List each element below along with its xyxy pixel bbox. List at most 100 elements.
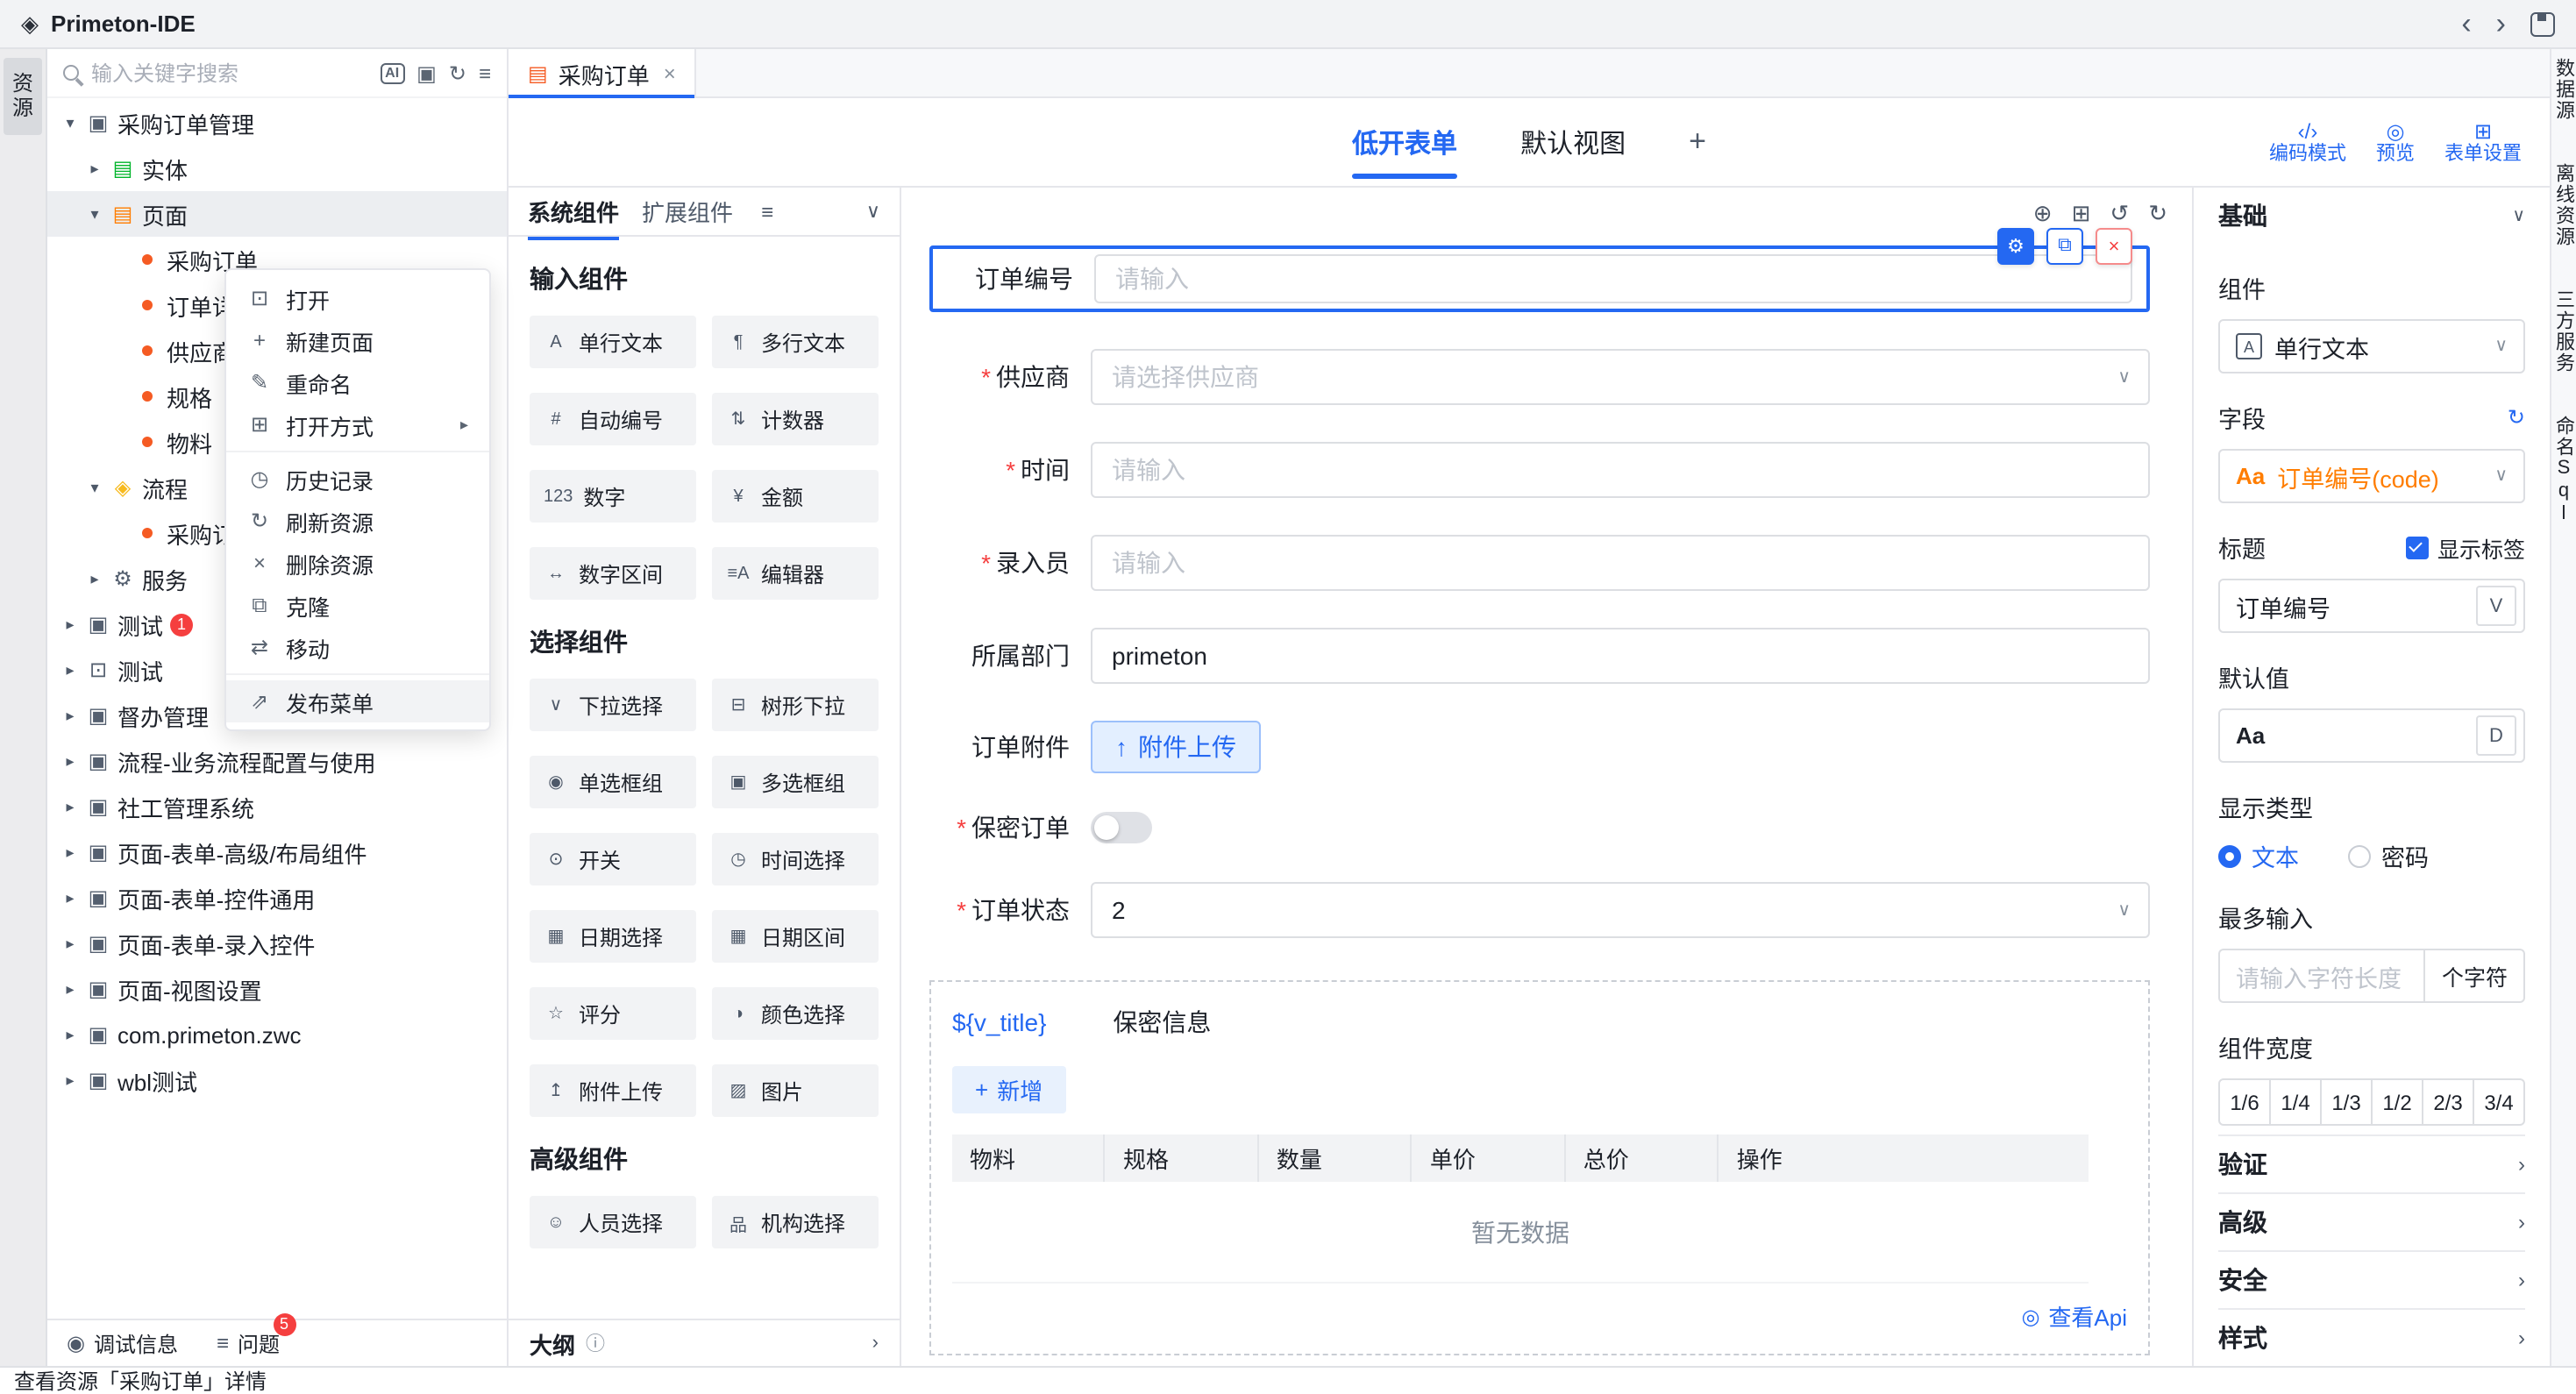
refresh-icon[interactable]: ↻ bbox=[449, 62, 466, 83]
tree-item[interactable]: ▸▣社工管理系统 bbox=[47, 784, 507, 829]
tab-system-components[interactable]: 系统组件 bbox=[528, 195, 619, 228]
max-length-input[interactable]: 请输入字符长度 bbox=[2218, 949, 2424, 1003]
palette-item[interactable]: ¥金额 bbox=[712, 470, 879, 523]
chevron-right-icon[interactable]: ▸ bbox=[82, 159, 107, 178]
palette-item[interactable]: ↥附件上传 bbox=[530, 1064, 696, 1117]
right-rail-tab[interactable]: 数据源 bbox=[2550, 58, 2576, 121]
tree-item[interactable]: ▸▣页面-视图设置 bbox=[47, 966, 507, 1012]
problems-button[interactable]: ≡ 问题 5 bbox=[217, 1328, 280, 1358]
add-view-tab-button[interactable]: + bbox=[1689, 124, 1706, 160]
chevron-down-icon[interactable]: ▾ bbox=[58, 113, 82, 132]
rail-tab-resources[interactable]: 资源 bbox=[4, 58, 42, 135]
palette-item[interactable]: ▣多选框组 bbox=[712, 756, 879, 808]
width-option[interactable]: 1/2 bbox=[2373, 1078, 2423, 1126]
chevron-right-icon[interactable]: ▸ bbox=[58, 843, 82, 862]
palette-collapse-icon[interactable]: ∨ bbox=[866, 200, 880, 223]
display-type-radio[interactable]: 密码 bbox=[2348, 838, 2429, 873]
select-input[interactable]: 请选择供应商∨ bbox=[1091, 349, 2150, 405]
chevron-down-icon[interactable]: ▾ bbox=[82, 204, 107, 224]
context-menu-item[interactable]: ⊡打开 bbox=[226, 277, 489, 319]
chevron-right-icon[interactable]: ▸ bbox=[82, 569, 107, 588]
delete-button[interactable]: × bbox=[2096, 228, 2132, 265]
package-filter-icon[interactable]: ▣ bbox=[416, 62, 437, 83]
tree-item[interactable]: ▸▣com.primeton.zwc bbox=[47, 1012, 507, 1057]
component-select[interactable]: A 单行文本 ∨ bbox=[2218, 319, 2525, 373]
props-collapsed-section[interactable]: 高级› bbox=[2218, 1192, 2525, 1250]
tree-item[interactable]: ▾▤页面 bbox=[47, 191, 507, 237]
sync-field-icon[interactable]: ↻ bbox=[2508, 405, 2525, 430]
context-menu-item[interactable]: ✎重命名 bbox=[226, 361, 489, 403]
context-menu-item[interactable]: ×删除资源 bbox=[226, 542, 489, 584]
palette-item[interactable]: ▦日期区间 bbox=[712, 910, 879, 963]
default-value-input[interactable]: Aa D bbox=[2218, 708, 2525, 763]
action-form-settings[interactable]: ⊞表单设置 bbox=[2444, 118, 2522, 166]
right-rail-tab[interactable]: 命名Sql bbox=[2550, 416, 2576, 526]
debug-info-button[interactable]: ◉ 调试信息 bbox=[67, 1328, 178, 1358]
palette-item[interactable]: ⊟树形下拉 bbox=[712, 679, 879, 731]
nav-back-icon[interactable]: ‹ bbox=[2461, 11, 2471, 36]
palette-item[interactable]: ☺人员选择 bbox=[530, 1196, 696, 1248]
tree-item[interactable]: ▾▣采购订单管理 bbox=[47, 100, 507, 146]
settings-gear-button[interactable]: ⚙ bbox=[1997, 228, 2034, 265]
chevron-right-icon[interactable]: ▸ bbox=[58, 979, 82, 999]
context-menu-item[interactable]: ⊞打开方式▸ bbox=[226, 403, 489, 445]
tree-item[interactable]: ▸▣页面-表单-控件通用 bbox=[47, 875, 507, 921]
right-rail-tab[interactable]: 三方服务 bbox=[2550, 289, 2576, 373]
palette-item[interactable]: ◷时间选择 bbox=[712, 833, 879, 885]
width-option[interactable]: 2/3 bbox=[2423, 1078, 2474, 1126]
form-field-row[interactable]: 所属部门primeton bbox=[929, 628, 2150, 684]
palette-item[interactable]: 品机构选择 bbox=[712, 1196, 879, 1248]
action-preview[interactable]: ◎预览 bbox=[2376, 118, 2415, 166]
chevron-right-icon[interactable]: ▸ bbox=[58, 888, 82, 907]
view-tab[interactable]: 低开表单 bbox=[1352, 124, 1457, 160]
search-input[interactable] bbox=[91, 60, 367, 85]
form-field-row[interactable]: 订单附件↑附件上传 bbox=[929, 721, 2150, 773]
context-menu-item[interactable]: ⇗发布菜单 bbox=[226, 680, 489, 722]
form-field-row[interactable]: *订单状态2∨ bbox=[929, 882, 2150, 938]
chevron-right-icon[interactable]: ▸ bbox=[58, 934, 82, 953]
context-menu-item[interactable]: ◷历史记录 bbox=[226, 458, 489, 500]
form-field-row[interactable]: *保密订单 bbox=[929, 810, 2150, 845]
outline-bar[interactable]: 大纲 ⓘ › bbox=[509, 1319, 900, 1366]
width-option[interactable]: 1/4 bbox=[2271, 1078, 2322, 1126]
caption-variable-button[interactable]: V bbox=[2476, 586, 2516, 626]
field-select[interactable]: Aa 订单编号(code) ∨ bbox=[2218, 449, 2525, 503]
props-collapsed-section[interactable]: 验证› bbox=[2218, 1134, 2525, 1192]
form-field-row[interactable]: *供应商请选择供应商∨ bbox=[929, 349, 2150, 405]
file-tab-active[interactable]: ▤ 采购订单 × bbox=[509, 49, 697, 98]
tree-item[interactable]: ▸▣流程-业务流程配置与使用 bbox=[47, 738, 507, 784]
text-input[interactable]: primeton bbox=[1091, 628, 2150, 684]
collapse-all-icon[interactable]: ≡ bbox=[479, 62, 491, 83]
chevron-right-icon[interactable]: ▸ bbox=[58, 615, 82, 634]
palette-item[interactable]: ▨图片 bbox=[712, 1064, 879, 1117]
context-menu-item[interactable]: ⇄移动 bbox=[226, 626, 489, 668]
tab-close-icon[interactable]: × bbox=[664, 61, 676, 86]
palette-item[interactable]: ¶多行文本 bbox=[712, 316, 879, 368]
view-tab[interactable]: 默认视图 bbox=[1520, 124, 1626, 160]
palette-item[interactable]: ⊙开关 bbox=[530, 833, 696, 885]
subform-container[interactable]: ${v_title} 保密信息 + 新增 物料规格数量单价总价操作 暂无数据 ◎… bbox=[929, 980, 2150, 1355]
context-menu-item[interactable]: ↻刷新资源 bbox=[226, 500, 489, 542]
action-code-mode[interactable]: ‹/›编码模式 bbox=[2269, 118, 2346, 166]
display-type-radio[interactable]: 文本 bbox=[2218, 838, 2299, 873]
add-row-button[interactable]: + 新增 bbox=[952, 1066, 1065, 1113]
width-option[interactable]: 1/3 bbox=[2322, 1078, 2373, 1126]
upload-button[interactable]: ↑附件上传 bbox=[1091, 721, 1261, 773]
tree-item[interactable]: ▸▣wbl测试 bbox=[47, 1057, 507, 1103]
select-input[interactable]: 2∨ bbox=[1091, 882, 2150, 938]
tree-item[interactable]: ▸▤实体 bbox=[47, 146, 507, 191]
text-input[interactable]: 请输入 bbox=[1091, 442, 2150, 498]
globe-icon[interactable]: ⊕ bbox=[2033, 200, 2053, 228]
right-rail-tab[interactable]: 离线资源 bbox=[2550, 163, 2576, 247]
width-option[interactable]: 3/4 bbox=[2474, 1078, 2525, 1126]
redo-icon[interactable]: ↻ bbox=[2148, 200, 2167, 228]
chevron-right-icon[interactable]: ▸ bbox=[58, 751, 82, 771]
tree-item[interactable]: ▸▣页面-表单-录入控件 bbox=[47, 921, 507, 966]
context-menu-item[interactable]: +新建页面 bbox=[226, 319, 489, 361]
form-field-row[interactable]: *录入员请输入 bbox=[929, 535, 2150, 591]
text-input[interactable]: 请输入 bbox=[1091, 535, 2150, 591]
form-field-row[interactable]: *时间请输入 bbox=[929, 442, 2150, 498]
palette-item[interactable]: ☆评分 bbox=[530, 987, 696, 1040]
properties-header[interactable]: 基础 ∨ bbox=[2218, 188, 2525, 244]
palette-item[interactable]: A单行文本 bbox=[530, 316, 696, 368]
